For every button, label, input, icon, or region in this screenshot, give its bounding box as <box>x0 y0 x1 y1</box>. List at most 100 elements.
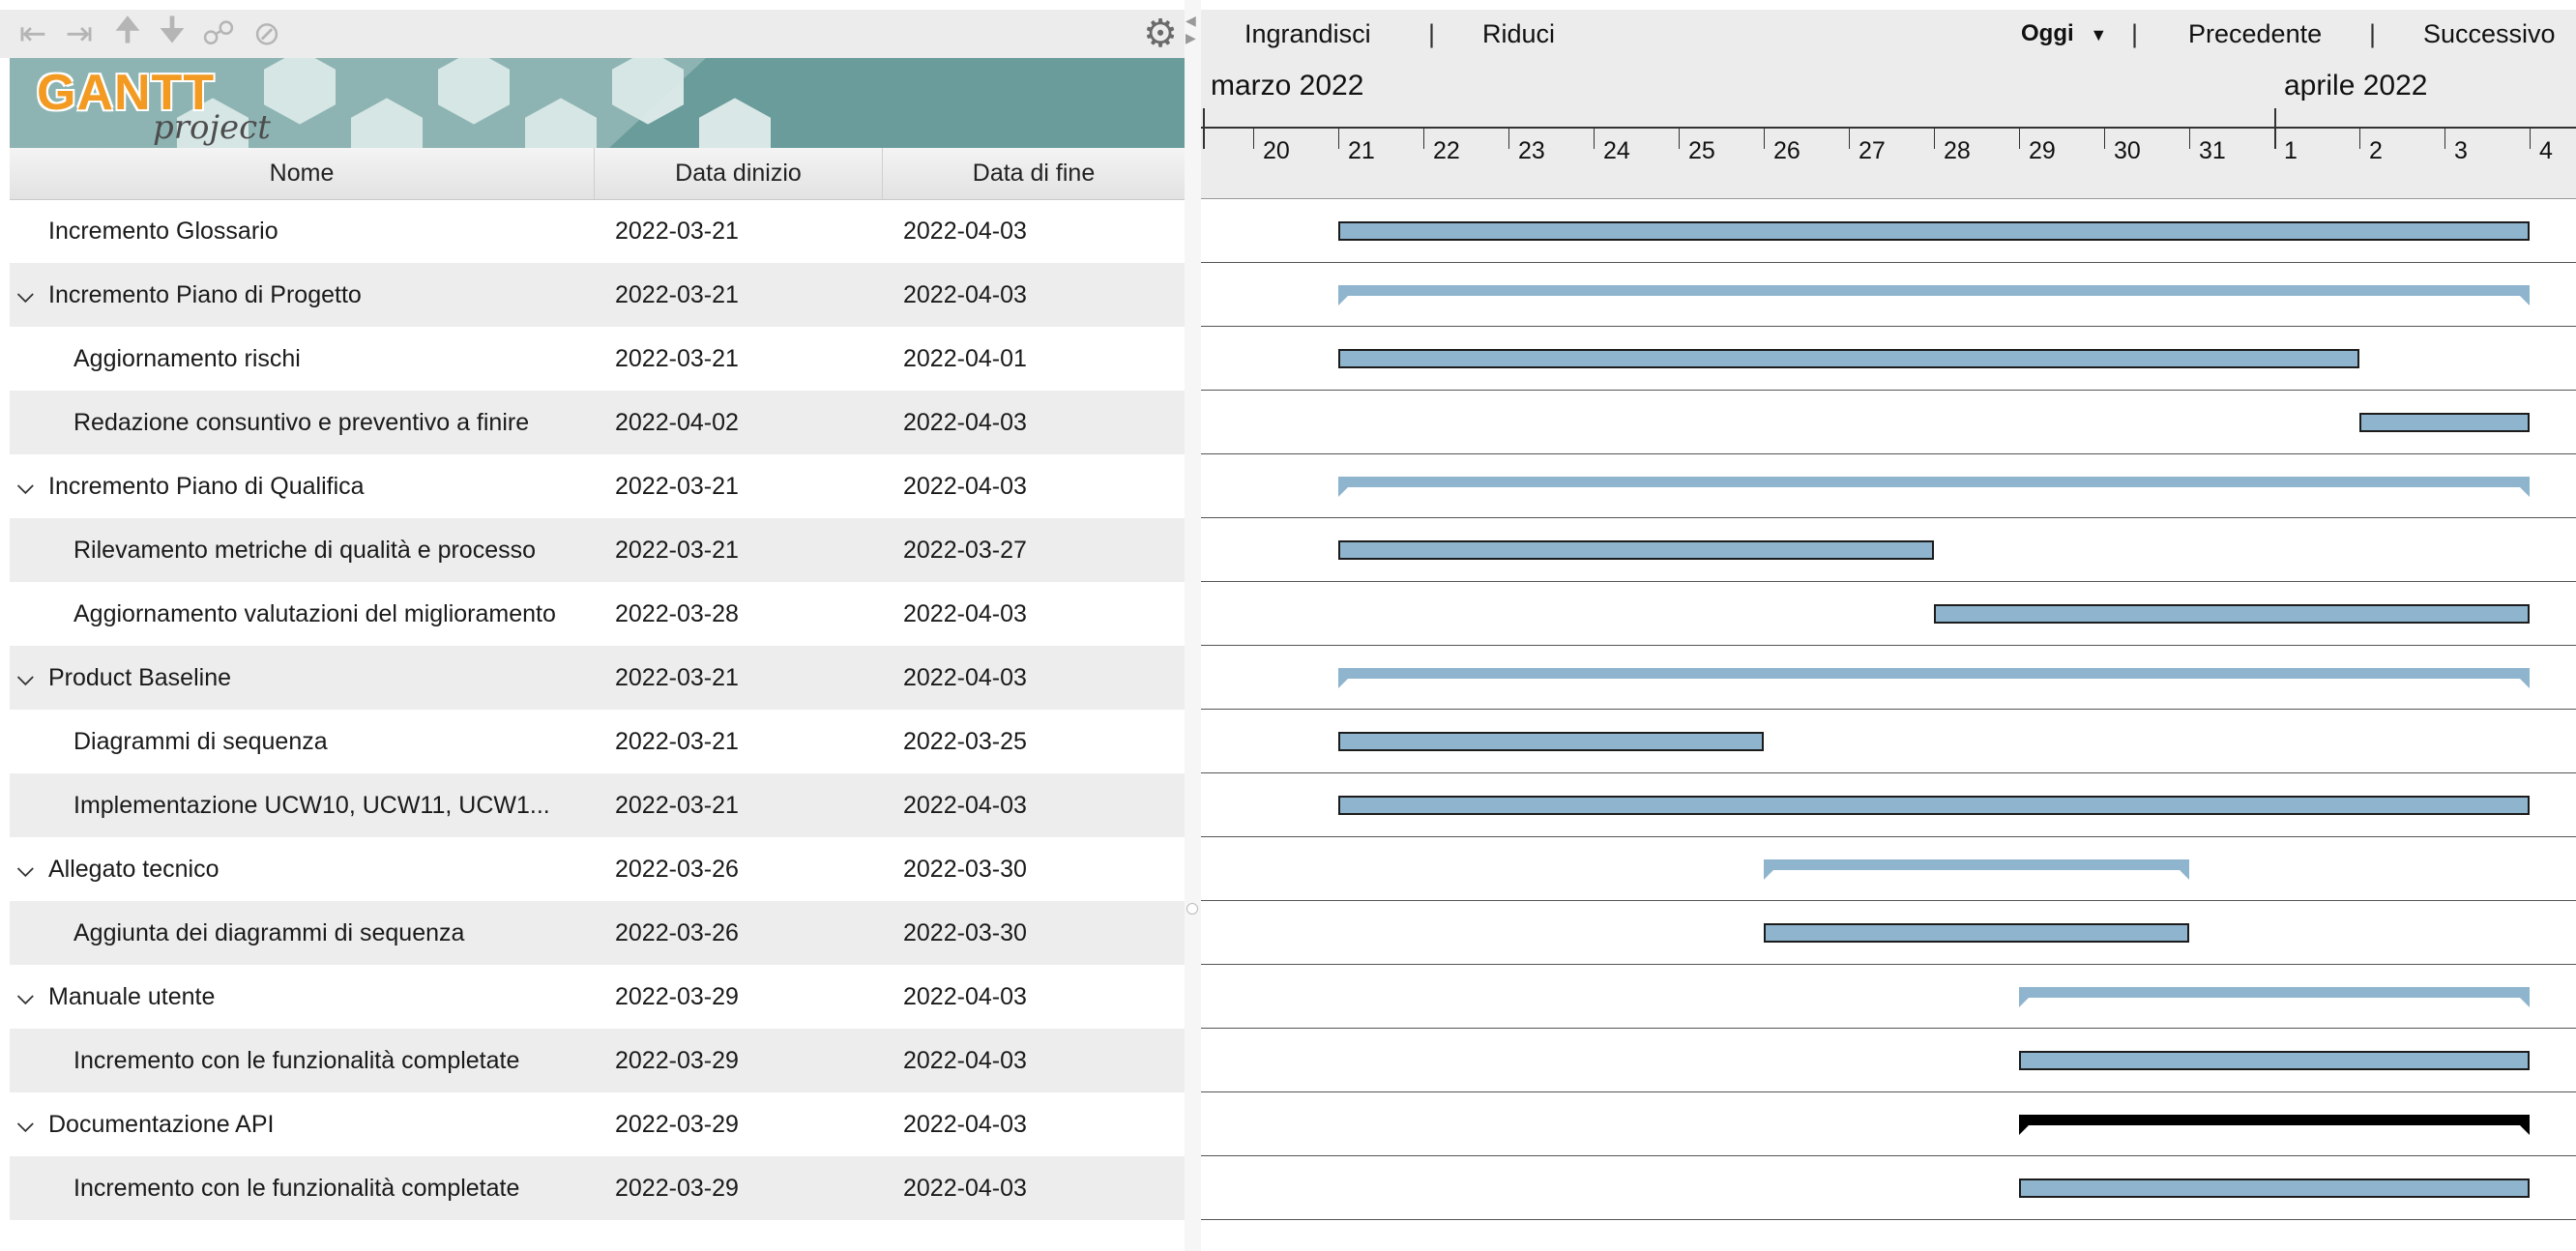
day-label: 4 <box>2539 137 2553 164</box>
task-row[interactable]: ⌵ Documentazione API 2022-03-29 2022-04-03 <box>10 1092 1185 1156</box>
row-divider <box>1201 1155 2576 1156</box>
row-divider <box>1201 581 2576 582</box>
chevron-down-icon[interactable]: ⌵ <box>17 1092 34 1156</box>
task-end-date: 2022-03-30 <box>903 919 1027 946</box>
previous-button[interactable]: Precedente <box>2188 10 2322 58</box>
task-end-date: 2022-04-03 <box>903 664 1027 691</box>
chevron-down-icon[interactable]: ⌵ <box>17 837 34 901</box>
summary-bar[interactable] <box>1764 859 2189 880</box>
task-end-date: 2022-03-27 <box>903 537 1027 564</box>
task-row[interactable]: Redazione consuntivo e preventivo a fini… <box>10 391 1185 454</box>
task-row[interactable]: Aggiornamento valutazioni del migliorame… <box>10 582 1185 646</box>
summary-bar[interactable] <box>1338 668 2530 688</box>
unlink-icon[interactable]: ⊘ <box>248 10 286 58</box>
task-row[interactable]: ⌵ Incremento Piano di Progetto 2022-03-21 2… <box>10 263 1185 327</box>
row-divider <box>1201 326 2576 327</box>
day-label: 24 <box>1603 137 1630 164</box>
column-header-start-date[interactable]: Data dinizio <box>595 148 883 199</box>
task-row[interactable]: ⌵ Allegato tecnico 2022-03-26 2022-03-30 <box>10 837 1185 901</box>
task-bar[interactable] <box>1338 221 2530 241</box>
day-tick <box>1423 128 1424 149</box>
pane-splitter[interactable] <box>1185 0 1201 1251</box>
move-up-icon[interactable]: 🠉 <box>108 10 147 58</box>
toolbar-separator: | <box>2369 19 2377 48</box>
zoom-out-button[interactable]: Riduci <box>1482 10 1555 58</box>
day-tick <box>1594 128 1595 149</box>
task-start-date: 2022-03-28 <box>615 600 739 627</box>
task-row[interactable]: ⌵ Incremento Piano di Qualifica 2022-03-21… <box>10 454 1185 518</box>
splitter-handle[interactable] <box>1186 903 1198 915</box>
link-icon[interactable]: ☍ <box>199 10 238 58</box>
day-label: 30 <box>2114 137 2141 164</box>
next-button[interactable]: Successivo <box>2423 10 2556 58</box>
chevron-down-icon[interactable]: ⌵ <box>17 454 34 518</box>
task-bar[interactable] <box>1338 349 2359 368</box>
task-bar[interactable] <box>1338 796 2530 815</box>
gear-icon[interactable]: ⚙ <box>1139 10 1182 58</box>
task-row[interactable]: Incremento Glossario 2022-03-21 2022-04-03 <box>10 199 1185 263</box>
row-divider <box>1201 836 2576 837</box>
task-end-date: 2022-04-03 <box>903 1175 1027 1202</box>
task-toolbar: ⇤ ⇥ 🠉 🠋 ☍ ⊘ <box>0 10 1194 58</box>
outdent-icon[interactable]: ⇤ <box>14 10 52 58</box>
summary-bar[interactable] <box>1338 285 2530 305</box>
chevron-down-icon[interactable]: ⌵ <box>17 965 34 1029</box>
task-bar[interactable] <box>1338 540 1934 560</box>
month-label-april: aprile 2022 <box>2284 70 2428 102</box>
chevron-down-icon[interactable]: ⌵ <box>17 646 34 710</box>
task-bar[interactable] <box>1338 732 1764 751</box>
day-tick <box>2104 128 2105 149</box>
task-bar[interactable] <box>1934 604 2530 624</box>
task-bar[interactable] <box>2019 1051 2530 1070</box>
task-end-date: 2022-03-30 <box>903 856 1027 883</box>
summary-bar-right-cap <box>2520 487 2530 497</box>
collapse-arrows-icon[interactable]: ◀ ▶ <box>1186 12 1196 46</box>
chevron-down-icon[interactable]: ⌵ <box>17 263 34 327</box>
row-divider <box>1201 964 2576 965</box>
day-tick <box>2189 128 2190 149</box>
gantt-chart-area[interactable] <box>1201 199 2576 1251</box>
task-row[interactable]: ⌵ Product Baseline 2022-03-21 2022-04-03 <box>10 646 1185 710</box>
task-row[interactable]: Aggiornamento rischi 2022-03-21 2022-04-01 <box>10 327 1185 391</box>
task-bar[interactable] <box>2019 1178 2530 1198</box>
toolbar-separator: | <box>1428 19 1436 48</box>
task-row[interactable]: Incremento con le funzionalità completat… <box>10 1029 1185 1092</box>
task-start-date: 2022-03-21 <box>615 792 739 819</box>
task-start-date: 2022-03-21 <box>615 728 739 755</box>
summary-bar-right-cap <box>2520 296 2530 305</box>
task-bar[interactable] <box>1764 923 2189 943</box>
task-start-date: 2022-04-02 <box>615 409 739 436</box>
day-label: 3 <box>2454 137 2468 164</box>
summary-bar[interactable] <box>1338 477 2530 497</box>
task-row[interactable]: ⌵ Manuale utente 2022-03-29 2022-04-03 <box>10 965 1185 1029</box>
move-down-icon[interactable]: 🠋 <box>153 10 191 58</box>
today-dropdown[interactable]: Oggi ▼ <box>2021 10 2107 58</box>
task-name: Rilevamento metriche di qualità e proces… <box>73 537 537 564</box>
column-header-end-date[interactable]: Data di fine <box>883 148 1185 199</box>
gantt-chart-pane: Ingrandisci | Riduci Oggi ▼ | Precedente… <box>1201 0 2576 1251</box>
task-tree-pane: ⇤ ⇥ 🠉 🠋 ☍ ⊘ ⚙ GANTT project Nome Data di… <box>0 0 1194 1251</box>
task-end-date: 2022-04-03 <box>903 983 1027 1010</box>
column-header-name[interactable]: Nome <box>10 148 595 199</box>
task-name: Aggiornamento rischi <box>73 345 301 372</box>
indent-icon[interactable]: ⇥ <box>60 10 99 58</box>
task-bar[interactable] <box>2359 413 2530 432</box>
summary-bar[interactable] <box>2019 987 2530 1007</box>
gantt-toolbar: Ingrandisci | Riduci Oggi ▼ | Precedente… <box>1201 10 2576 58</box>
task-row[interactable]: Implementazione UCW10, UCW11, UCW1... 202… <box>10 773 1185 837</box>
task-row[interactable]: Diagrammi di sequenza 2022-03-21 2022-03-2… <box>10 710 1185 773</box>
day-tick <box>1679 128 1680 149</box>
task-row[interactable]: Rilevamento metriche di qualità e proces… <box>10 518 1185 582</box>
day-label: 22 <box>1433 137 1460 164</box>
task-end-date: 2022-04-03 <box>903 281 1027 308</box>
task-row[interactable]: Incremento con le funzionalità completat… <box>10 1156 1185 1220</box>
ganttproject-banner: GANTT project <box>10 58 1185 148</box>
zoom-in-button[interactable]: Ingrandisci <box>1244 10 1371 58</box>
task-name: Allegato tecnico <box>48 856 220 883</box>
summary-bar[interactable] <box>2019 1115 2530 1135</box>
task-name: Diagrammi di sequenza <box>73 728 328 755</box>
day-label: 21 <box>1348 137 1375 164</box>
task-name: Manuale utente <box>48 983 216 1010</box>
task-row[interactable]: Aggiunta dei diagrammi di sequenza 2022-0… <box>10 901 1185 965</box>
day-label: 23 <box>1518 137 1545 164</box>
